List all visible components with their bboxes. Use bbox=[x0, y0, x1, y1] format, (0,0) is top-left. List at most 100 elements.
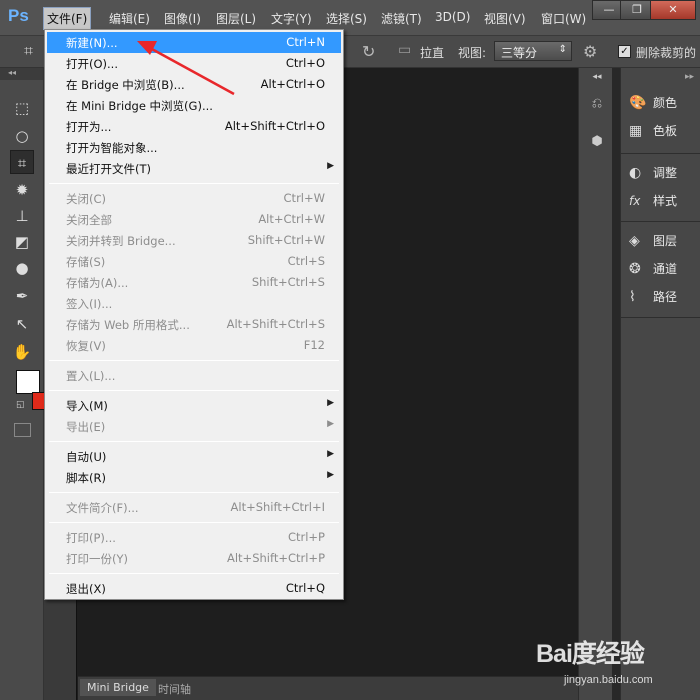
menu-item-5[interactable]: 选择(S) bbox=[323, 9, 370, 28]
menu-item-8[interactable]: 视图(V) bbox=[481, 9, 529, 28]
watermark-brand: Bai度经验 bbox=[536, 640, 645, 668]
menu-item-label: 在 Mini Bridge 中浏览(G)... bbox=[66, 99, 213, 113]
restore-button[interactable]: ❐ bbox=[620, 0, 654, 20]
menu-item-3[interactable]: 图层(L) bbox=[213, 9, 259, 28]
file-menu-item[interactable]: 在 Mini Bridge 中浏览(G)... bbox=[47, 95, 341, 116]
pen-tool-icon[interactable]: ✒ bbox=[10, 284, 34, 308]
menu-item-label: 打开(O)... bbox=[66, 57, 118, 71]
adjustments-icon: ◐ bbox=[629, 165, 642, 181]
default-colors-icon[interactable]: ◱ bbox=[16, 400, 25, 410]
file-menu-item: 导出(E) ▶ bbox=[47, 416, 341, 437]
gear-icon[interactable]: ⚙ bbox=[583, 42, 597, 61]
file-menu-item[interactable]: 在 Bridge 中浏览(B)... Alt+Ctrl+O bbox=[47, 74, 341, 95]
menu-item-label: 导入(M) bbox=[66, 399, 108, 413]
panel-color[interactable]: 🎨 颜色 bbox=[629, 94, 677, 116]
file-menu-item: 关闭全部 Alt+Ctrl+W bbox=[47, 209, 341, 230]
menu-item-shortcut: Alt+Ctrl+O bbox=[260, 77, 325, 91]
tab-timeline[interactable]: 时间轴 bbox=[152, 681, 197, 697]
healing-brush-icon[interactable]: ✹ bbox=[10, 178, 34, 202]
palette-icon: 🎨 bbox=[629, 95, 647, 111]
menu-item-label: 退出(X) bbox=[66, 582, 106, 596]
straighten-icon[interactable]: ▭ bbox=[398, 42, 411, 58]
panel-channels[interactable]: ❂ 通道 bbox=[629, 260, 677, 282]
menu-item-0[interactable]: 文件(F) bbox=[42, 7, 92, 30]
file-menu-item[interactable]: 退出(X) Ctrl+Q bbox=[47, 578, 341, 599]
collapse-arrows-icon[interactable]: ◂◂ bbox=[587, 72, 607, 94]
file-menu-item: 存储(S) Ctrl+S bbox=[47, 251, 341, 272]
view-label: 视图: bbox=[458, 46, 487, 60]
crop-tool-icon[interactable]: ⌗ bbox=[10, 150, 34, 174]
delete-cropped-label: 删除裁剪的 bbox=[636, 46, 697, 60]
blur-tool-icon[interactable]: ● bbox=[10, 256, 34, 280]
hand-tool-icon[interactable]: ✋ bbox=[10, 340, 34, 364]
panel-layers[interactable]: ◈ 图层 bbox=[629, 232, 677, 254]
quick-mask-icon[interactable] bbox=[14, 423, 31, 437]
close-button[interactable]: ✕ bbox=[650, 0, 696, 20]
baidu-watermark: Bai度经验 jingyan.baidu.com bbox=[536, 634, 696, 694]
expand-arrows-icon[interactable]: ▸▸ bbox=[685, 72, 694, 82]
file-menu-item: 文件简介(F)... Alt+Shift+Ctrl+I bbox=[47, 497, 341, 518]
photoshop-logo: Ps bbox=[8, 6, 29, 25]
foreground-color-swatch[interactable] bbox=[16, 370, 40, 394]
delete-cropped-checkbox[interactable]: ✓ bbox=[618, 45, 631, 58]
fx-icon: fx bbox=[629, 194, 641, 208]
panel-adjustments[interactable]: ◐ 调整 bbox=[629, 164, 677, 186]
menu-item-4[interactable]: 文字(Y) bbox=[268, 9, 315, 28]
panel-styles[interactable]: fx 样式 bbox=[629, 192, 677, 214]
panel-paths-label: 路径 bbox=[653, 290, 678, 304]
watermark-url: jingyan.baidu.com bbox=[564, 674, 653, 686]
tab-mini-bridge[interactable]: Mini Bridge bbox=[80, 679, 156, 696]
file-menu-item: 签入(I)... bbox=[47, 293, 341, 314]
3d-icon[interactable]: ⬢ bbox=[587, 134, 607, 156]
submenu-arrow-icon: ▶ bbox=[327, 470, 334, 480]
submenu-arrow-icon: ▶ bbox=[327, 398, 334, 408]
marquee-tool-icon[interactable]: ⬚ bbox=[10, 96, 34, 120]
path-selection-icon[interactable]: ↖ bbox=[10, 312, 34, 336]
view-select[interactable]: 三等分 ⇕ bbox=[494, 41, 572, 61]
panel-group-color: 🎨 颜色 ▦ 色板 bbox=[621, 84, 700, 154]
stamp-tool-icon[interactable]: ⊥ bbox=[10, 204, 34, 228]
menu-item-label: 存储为 Web 所用格式... bbox=[66, 318, 190, 332]
file-menu-item[interactable]: 自动(U) ▶ bbox=[47, 446, 341, 467]
menu-item-label: 新建(N)... bbox=[66, 36, 118, 50]
file-menu-item[interactable]: 打开为智能对象... bbox=[47, 137, 341, 158]
panel-paths[interactable]: ⌇ 路径 bbox=[629, 288, 677, 310]
lasso-tool-icon[interactable]: ○ bbox=[10, 124, 34, 148]
menu-item-9[interactable]: 窗口(W) bbox=[538, 9, 589, 28]
panel-group-adjust: ◐ 调整 fx 样式 bbox=[621, 154, 700, 222]
file-menu-item[interactable]: 导入(M) ▶ bbox=[47, 395, 341, 416]
file-menu-item[interactable]: 最近打开文件(T) ▶ bbox=[47, 158, 341, 179]
history-icon[interactable]: ⎌ bbox=[587, 96, 607, 118]
menu-item-label: 打开为... bbox=[66, 120, 112, 134]
file-menu-item[interactable]: 打开为... Alt+Shift+Ctrl+O bbox=[47, 116, 341, 137]
menu-item-6[interactable]: 滤镜(T) bbox=[378, 9, 425, 28]
file-menu-item: 关闭并转到 Bridge... Shift+Ctrl+W bbox=[47, 230, 341, 251]
crop-tool-preset-icon[interactable]: ⌗ bbox=[24, 41, 33, 61]
menu-item-2[interactable]: 图像(I) bbox=[161, 9, 204, 28]
reset-icon[interactable]: ↻ bbox=[362, 42, 375, 61]
menu-item-shortcut: Ctrl+P bbox=[287, 530, 325, 544]
menu-separator bbox=[49, 573, 339, 574]
menu-item-7[interactable]: 3D(D) bbox=[432, 9, 473, 25]
updown-arrow-icon: ⇕ bbox=[558, 44, 567, 55]
menu-item-shortcut: Alt+Shift+Ctrl+S bbox=[226, 317, 325, 331]
menu-item-shortcut: Ctrl+O bbox=[285, 56, 325, 70]
panel-swatches[interactable]: ▦ 色板 bbox=[629, 122, 677, 144]
menu-item-label: 关闭(C) bbox=[66, 192, 107, 206]
menu-item-label: 打印(P)... bbox=[66, 531, 116, 545]
file-menu-item: 打印一份(Y) Alt+Shift+Ctrl+P bbox=[47, 548, 341, 569]
menu-item-1[interactable]: 编辑(E) bbox=[106, 9, 153, 28]
menu-item-label: 置入(L)... bbox=[66, 369, 116, 383]
menu-item-shortcut: Alt+Shift+Ctrl+P bbox=[226, 551, 325, 565]
menu-item-label: 存储为(A)... bbox=[66, 276, 129, 290]
eraser-tool-icon[interactable]: ◩ bbox=[10, 230, 34, 254]
file-menu-item[interactable]: 脚本(R) ▶ bbox=[47, 467, 341, 488]
file-menu-item[interactable]: 打开(O)... Ctrl+O bbox=[47, 53, 341, 74]
channels-icon: ❂ bbox=[629, 261, 641, 277]
collapse-arrows-icon[interactable]: ◂◂ bbox=[0, 68, 43, 80]
file-menu-item[interactable]: 新建(N)... Ctrl+N bbox=[47, 32, 341, 53]
menu-separator bbox=[49, 492, 339, 493]
bottom-panel-tabs: Mini Bridge 时间轴 bbox=[78, 676, 578, 700]
panel-adjustments-label: 调整 bbox=[653, 166, 678, 180]
straighten-label[interactable]: 拉直 bbox=[420, 44, 444, 61]
